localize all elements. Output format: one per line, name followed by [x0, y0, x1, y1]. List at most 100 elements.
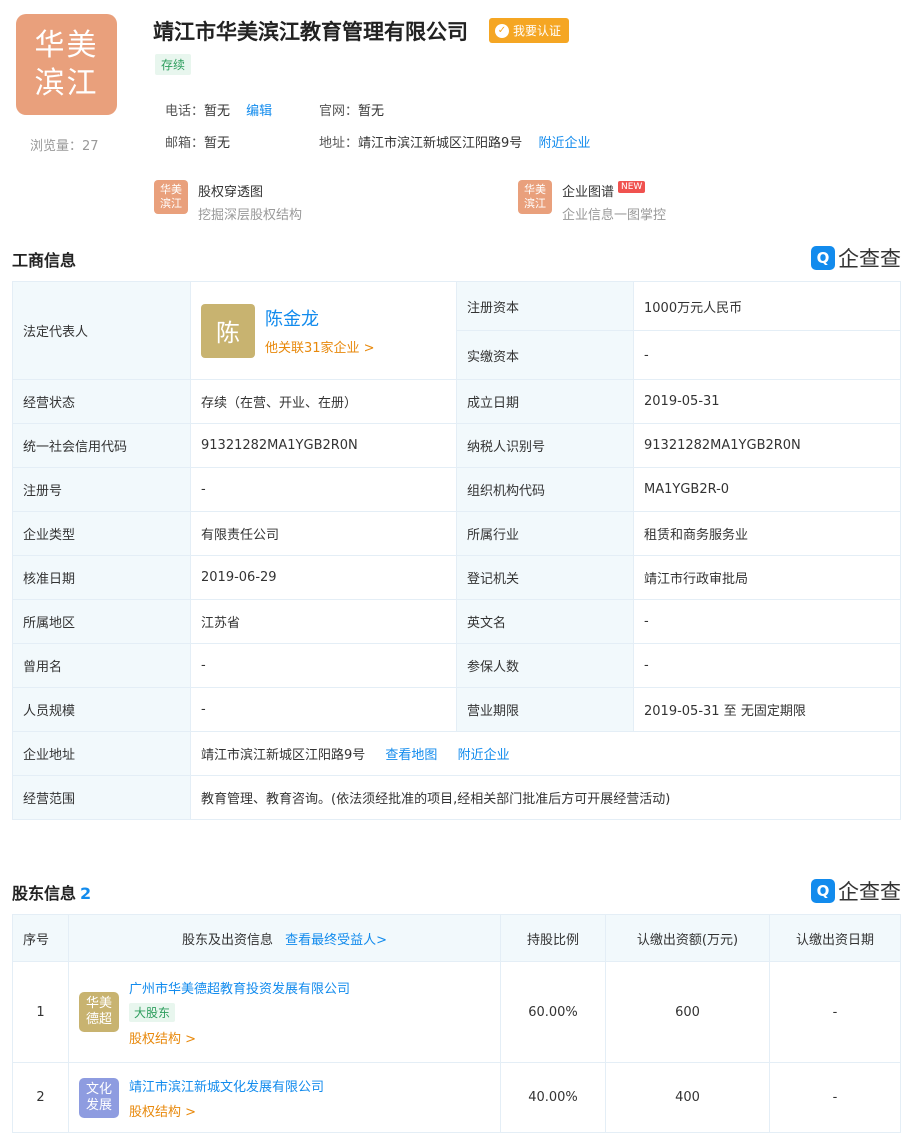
company-logo: 华美 滨江 [16, 14, 117, 115]
view-ubo-link[interactable]: 查看最终受益人> [285, 933, 387, 948]
paid-capital-value: - [633, 330, 901, 380]
feature-desc: 企业信息一图掌控 [562, 208, 667, 223]
field-label: 曾用名 [12, 643, 191, 688]
scope-label: 经营范围 [12, 775, 191, 820]
scope-value: 教育管理、教育咨询。(依法须经批准的项目,经相关部门批准后方可开展经营活动) [190, 775, 901, 820]
field-label: 成立日期 [456, 379, 634, 424]
email-label: 邮箱： [165, 136, 205, 151]
equity-structure-link[interactable]: 股权结构 > [129, 1028, 350, 1047]
holder-name-link[interactable]: 靖江市滨江新城文化发展有限公司 [129, 1076, 324, 1095]
mini-logo-line2: 滨江 [524, 197, 546, 210]
info-row: 核准日期 2019-06-29 登记机关 靖江市行政审批局 [12, 555, 901, 600]
shareholder-row: 2 文化 发展 靖江市滨江新城文化发展有限公司 股权结构 >40.00% 400- [12, 1062, 901, 1133]
field-value: - [633, 643, 901, 688]
qcc-icon: Q [811, 879, 835, 903]
field-value: 靖江市行政审批局 [633, 555, 901, 600]
edit-link[interactable]: 编辑 [246, 104, 272, 119]
nearby-companies-link[interactable]: 附近企业 [538, 136, 590, 151]
subscribed-amount: 400 [605, 1062, 770, 1133]
email-value: 暂无 [204, 136, 231, 151]
field-label: 注册号 [12, 467, 191, 512]
field-value: 2019-05-31 [633, 379, 901, 424]
paid-capital-label: 实缴资本 [456, 330, 634, 380]
subscribed-amount: 600 [605, 961, 770, 1063]
nearby-link[interactable]: 附近企业 [458, 748, 510, 763]
phone-value: 暂无 [204, 104, 231, 119]
qcc-icon: Q [811, 246, 835, 270]
row-index: 1 [12, 961, 69, 1063]
field-label: 经营状态 [12, 379, 191, 424]
equity-penetration-feature[interactable]: 华美 滨江 股权穿透图 挖掘深层股权结构 [154, 180, 302, 223]
certify-label: 我要认证 [513, 24, 562, 38]
website-value: 暂无 [358, 104, 385, 119]
legal-rep-cell: 陈 陈金龙 他关联31家企业 > [190, 281, 457, 380]
brand-name: 企查查 [838, 880, 901, 904]
company-mini-logo: 华美 滨江 [518, 180, 552, 214]
field-value: 租赁和商务服务业 [633, 511, 901, 556]
brand-logo: Q 企查查 [811, 876, 901, 906]
legal-rep-label: 法定代表人 [12, 281, 191, 380]
mini-logo-line1: 华美 [160, 183, 182, 196]
reg-capital-value: 1000万元人民币 [633, 281, 901, 331]
holder-logo[interactable]: 华美 德超 [79, 992, 119, 1032]
field-label: 纳税人识别号 [456, 423, 634, 468]
subscribed-date: - [769, 1062, 901, 1133]
info-row: 人员规模 - 营业期限 2019-05-31 至 无固定期限 [12, 687, 901, 732]
address-row: 地址：靖江市滨江新城区江阳路9号 附近企业 [319, 132, 590, 151]
field-label: 参保人数 [456, 643, 634, 688]
equity-structure-link[interactable]: 股权结构 > [129, 1101, 324, 1120]
field-value: 存续（在营、开业、在册） [190, 379, 457, 424]
logo-text-line1: 华美 [34, 27, 99, 63]
field-value: - [190, 687, 457, 732]
field-value: - [190, 467, 457, 512]
holder-name-link[interactable]: 广州市华美德超教育投资发展有限公司 [129, 978, 350, 997]
company-mini-logo: 华美 滨江 [154, 180, 188, 214]
holder-cell: 文化 发展 靖江市滨江新城文化发展有限公司 股权结构 > [68, 1062, 501, 1133]
phone-row: 电话：暂无 编辑 [165, 100, 272, 119]
mini-logo-line1: 华美 [524, 183, 546, 196]
certify-button[interactable]: ✓ 我要认证 [489, 18, 570, 43]
field-label: 统一社会信用代码 [12, 423, 191, 468]
col-index: 序号 [12, 914, 69, 962]
holder-logo[interactable]: 文化 发展 [79, 1077, 119, 1118]
email-row: 邮箱：暂无 [165, 132, 230, 151]
holder-cell: 华美 德超 广州市华美德超教育投资发展有限公司 大股东 股权结构 > [68, 961, 501, 1063]
legal-rep-avatar[interactable]: 陈 [201, 303, 255, 358]
status-badge: 存续 [155, 54, 192, 75]
info-row: 统一社会信用代码 91321282MA1YGB2R0N 纳税人识别号 91321282… [12, 423, 901, 468]
enterprise-graph-feature[interactable]: 华美 滨江 企业图谱 NEW 企业信息一图掌控 [518, 180, 666, 223]
field-value: 有限责任公司 [190, 511, 457, 556]
info-row: 曾用名 - 参保人数 - [12, 643, 901, 688]
related-companies-link[interactable]: 他关联31家企业 > [265, 337, 375, 356]
info-row: 经营状态 存续（在营、开业、在册） 成立日期 2019-05-31 [12, 379, 901, 424]
field-label: 英文名 [456, 599, 634, 644]
field-label: 企业类型 [12, 511, 191, 556]
shareholders-table: 序号 股东及出资信息 查看最终受益人> 持股比例 认缴出资额(万元) 认缴出资日… [12, 914, 901, 1133]
brand-name: 企查查 [838, 247, 901, 271]
shareholders-title: 股东信息 2 [12, 880, 91, 904]
website-label: 官网： [319, 104, 359, 119]
field-value: 91321282MA1YGB2R0N [633, 423, 901, 468]
field-value: 2019-06-29 [190, 555, 457, 600]
col-date: 认缴出资日期 [769, 914, 901, 962]
field-value: - [190, 643, 457, 688]
feature-desc: 挖掘深层股权结构 [198, 208, 303, 223]
website-row: 官网：暂无 [319, 100, 384, 119]
field-value: MA1YGB2R-0 [633, 467, 901, 512]
info-row: 企业类型 有限责任公司 所属行业 租赁和商务服务业 [12, 511, 901, 556]
col-holder-label: 股东及出资信息 [181, 932, 273, 948]
row-index: 2 [12, 1062, 69, 1133]
brand-logo: Q 企查查 [811, 243, 901, 273]
address-label: 企业地址 [12, 731, 191, 776]
info-row: 所属地区 江苏省 英文名 - [12, 599, 901, 644]
field-label: 所属地区 [12, 599, 191, 644]
view-map-link[interactable]: 查看地图 [385, 748, 437, 763]
field-label: 组织机构代码 [456, 467, 634, 512]
field-label: 核准日期 [12, 555, 191, 600]
logo-text-line2: 滨江 [34, 65, 99, 101]
col-holder: 股东及出资信息 查看最终受益人> [68, 914, 501, 962]
field-value: 江苏省 [190, 599, 457, 644]
reg-capital-label: 注册资本 [456, 281, 634, 331]
info-row: 注册号 - 组织机构代码 MA1YGB2R-0 [12, 467, 901, 512]
legal-rep-name[interactable]: 陈金龙 [265, 305, 375, 331]
